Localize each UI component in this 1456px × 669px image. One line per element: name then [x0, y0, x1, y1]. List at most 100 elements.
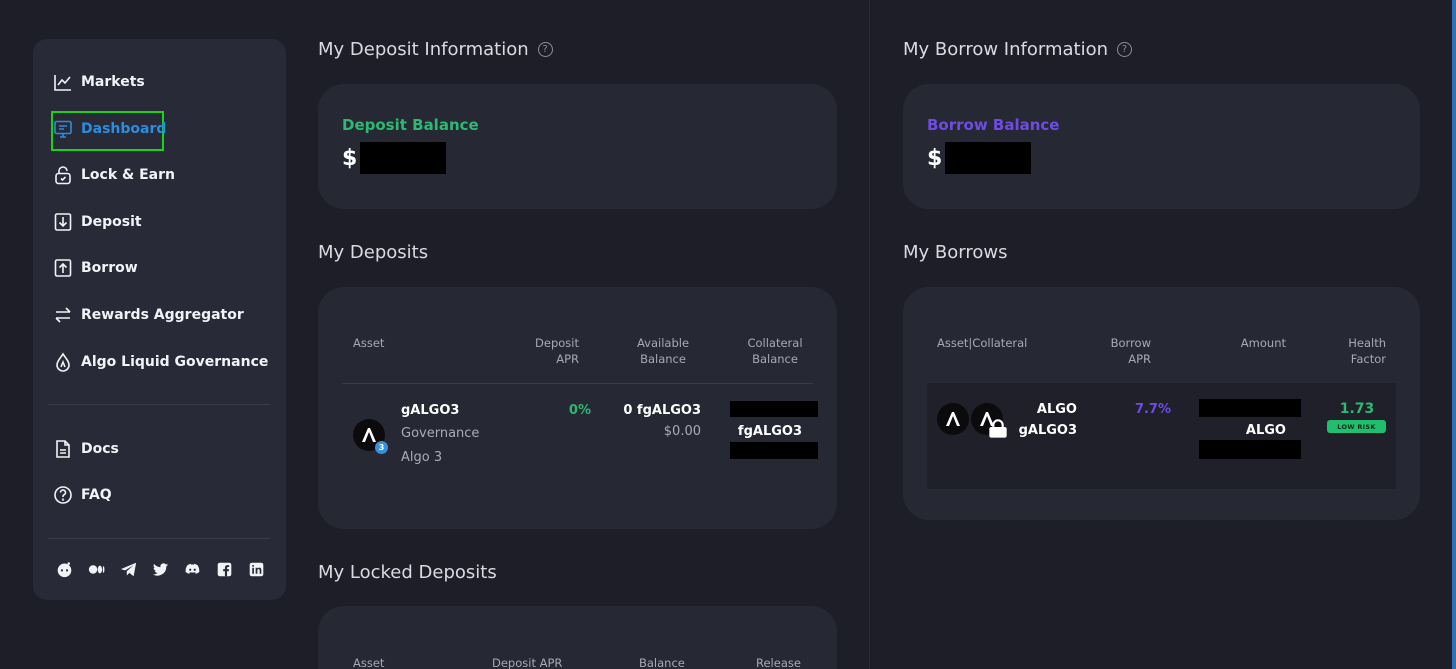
column-header-collateral-balance: Collateral Balance: [738, 335, 812, 367]
governance-badge: 3: [375, 441, 388, 454]
linkedin-icon[interactable]: [247, 560, 265, 578]
header-line: APR: [1128, 352, 1151, 366]
deposits-title: My Deposits: [318, 242, 428, 263]
table-row[interactable]: ALGO gALGO3 7.7% ALGO 1.73 LOW RISK: [927, 383, 1396, 489]
section-title-text: My Deposits: [318, 242, 429, 263]
column-header-release: Release: [756, 656, 801, 669]
column-header-health-factor: Health Factor: [1323, 335, 1386, 367]
header-line: Factor: [1350, 352, 1386, 366]
upload-icon: [53, 258, 73, 278]
sidebar-item-label: Borrow: [81, 260, 138, 276]
sidebar-divider: [48, 404, 270, 405]
borrow-asset: ALGO: [1036, 402, 1077, 417]
sidebar-item-label: Rewards Aggregator: [81, 307, 244, 323]
sidebar-item-algo-liquid-governance[interactable]: Algo Liquid Governance: [53, 349, 268, 375]
redacted-amount: [360, 142, 447, 174]
header-line: Balance: [640, 352, 686, 366]
lock-icon: [989, 419, 1007, 438]
medium-icon[interactable]: [87, 560, 105, 578]
help-icon[interactable]: ?: [1117, 42, 1133, 57]
sidebar-item-deposit[interactable]: Deposit: [53, 209, 142, 235]
telegram-icon[interactable]: [119, 560, 137, 578]
header-line: Deposit: [535, 336, 579, 350]
sidebar-item-label: Algo Liquid Governance: [81, 354, 269, 370]
deposit-info-title: My Deposit Information ?: [318, 39, 553, 60]
sidebar-item-faq[interactable]: FAQ: [53, 482, 112, 508]
borrows-table-card: Asset|Collateral Borrow APR Amount Healt…: [903, 287, 1420, 520]
sidebar-item-dashboard[interactable]: Dashboard: [53, 116, 166, 142]
borrow-amount-unit: ALGO: [1245, 423, 1286, 438]
header-line: Available: [636, 336, 690, 350]
collateral-balance: fgALGO3: [737, 424, 802, 439]
sidebar-divider: [48, 538, 270, 539]
header-line: Health: [1348, 336, 1386, 350]
reddit-icon[interactable]: [55, 560, 73, 578]
help-icon[interactable]: ?: [537, 42, 553, 57]
drop-icon: [53, 352, 73, 372]
deposit-apr: 0%: [568, 403, 591, 418]
question-icon: [53, 485, 73, 505]
sidebar-item-label: FAQ: [81, 487, 112, 503]
section-title-text: My Locked Deposits: [318, 562, 497, 583]
sidebar-item-lock-earn[interactable]: Lock & Earn: [53, 162, 175, 188]
borrow-balance-value: $: [927, 142, 1032, 174]
column-header-asset: Asset: [353, 336, 385, 350]
download-icon: [53, 212, 73, 232]
column-header-amount: Amount: [1240, 336, 1286, 350]
column-header-balance: Balance: [639, 656, 685, 669]
currency-symbol: $: [927, 145, 943, 171]
redacted-amount: [1199, 440, 1301, 459]
sidebar-item-label: Markets: [81, 74, 145, 90]
sidebar-item-markets[interactable]: Markets: [53, 69, 145, 95]
borrow-balance-card: Borrow Balance $: [903, 84, 1420, 209]
social-links: [55, 560, 265, 578]
header-line: Collateral: [747, 336, 803, 350]
borrows-title: My Borrows: [903, 242, 1007, 263]
borrow-apr: 7.7%: [1134, 402, 1171, 417]
sidebar: Markets Dashboard Lock & Earn Deposit Bo…: [33, 39, 286, 600]
discord-icon[interactable]: [183, 560, 201, 578]
currency-symbol: $: [342, 145, 358, 171]
column-header-asset-collateral: Asset|Collateral: [937, 336, 1028, 350]
available-balance: 0 fgALGO3: [623, 403, 701, 418]
document-icon: [53, 439, 73, 459]
locked-deposits-title: My Locked Deposits: [318, 562, 497, 583]
facebook-icon[interactable]: [215, 560, 233, 578]
locked-deposits-card: Asset Deposit APR Balance Release: [318, 606, 837, 669]
sidebar-item-label: Deposit: [81, 214, 142, 230]
section-title-text: My Borrow Information: [903, 39, 1109, 60]
chart-line-icon: [53, 72, 73, 92]
section-title-text: My Borrows: [903, 242, 1008, 263]
asset-subtitle: Governance: [401, 426, 480, 441]
header-line: Borrow: [1110, 336, 1151, 350]
redacted-amount: [730, 442, 818, 459]
galgo3-logo: 3: [353, 419, 388, 454]
window-edge: [1452, 0, 1456, 669]
column-header-available-balance: Available Balance: [628, 335, 698, 367]
column-header-deposit-apr: Deposit APR: [492, 656, 563, 669]
sidebar-item-label: Dashboard: [81, 121, 167, 137]
borrow-info-title: My Borrow Information ?: [903, 39, 1133, 60]
column-header-asset: Asset: [353, 656, 385, 669]
redacted-amount: [730, 401, 818, 417]
deposit-balance-label: Deposit Balance: [342, 116, 479, 134]
deposit-balance-value: $: [342, 142, 447, 174]
twitter-icon[interactable]: [151, 560, 169, 578]
sidebar-item-label: Lock & Earn: [81, 167, 175, 183]
risk-badge: LOW RISK: [1327, 420, 1386, 433]
health-factor: 1.73: [1339, 401, 1375, 417]
deposits-table-card: Asset Deposit APR Available Balance Coll…: [318, 287, 837, 529]
asset-name: gALGO3: [401, 403, 460, 418]
lock-icon: [53, 165, 73, 185]
sidebar-item-docs[interactable]: Docs: [53, 436, 119, 462]
header-line: Balance: [752, 352, 798, 366]
column-header-deposit-apr: Deposit APR: [516, 335, 579, 367]
sidebar-item-rewards-aggregator[interactable]: Rewards Aggregator: [53, 302, 244, 328]
swap-arrows-icon: [53, 305, 73, 325]
sidebar-item-borrow[interactable]: Borrow: [53, 255, 138, 281]
galgo3-logo: [971, 403, 1007, 438]
deposit-balance-card: Deposit Balance $: [318, 84, 837, 209]
column-header-borrow-apr: Borrow APR: [1093, 335, 1151, 367]
monitor-icon: [53, 119, 73, 139]
column-divider: [869, 0, 870, 669]
